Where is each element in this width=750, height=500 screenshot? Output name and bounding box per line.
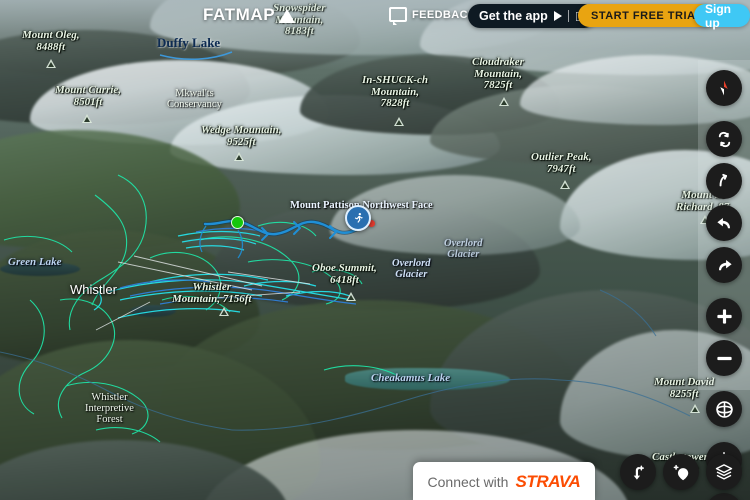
measure-tool-button[interactable] — [620, 454, 656, 490]
fatmap-application: Mount Oleg, 8488ft Snowspider Mountain, … — [0, 0, 750, 500]
map-tools-bar — [620, 454, 742, 490]
plus-icon — [716, 308, 732, 324]
pan-left-button[interactable] — [706, 205, 742, 241]
cheakamus-lake-water — [345, 368, 510, 390]
globe-icon — [715, 400, 733, 418]
sign-up-label: Sign up — [705, 1, 731, 30]
brand-text: FATMAP — [203, 5, 276, 24]
compass-button[interactable] — [706, 70, 742, 106]
zoom-in-button[interactable] — [706, 298, 742, 334]
arrow-curve-right-icon — [718, 259, 732, 270]
start-free-trial-label: START FREE TRIAL — [591, 9, 703, 22]
add-route-icon — [633, 465, 644, 480]
add-marker-icon — [673, 464, 688, 480]
rotate-clockwise-icon — [718, 131, 730, 147]
map-layers-button[interactable] — [706, 454, 742, 490]
app-logo[interactable]: FATMAP — [203, 5, 296, 25]
map-canvas[interactable]: Mount Oleg, 8488ft Snowspider Mountain, … — [0, 0, 750, 500]
route-start-marker[interactable] — [231, 216, 244, 229]
zoom-out-button[interactable] — [706, 340, 742, 376]
connect-with-label: Connect with — [427, 474, 509, 490]
speech-bubble-icon — [389, 7, 407, 25]
arrow-curve-left-icon — [716, 217, 730, 228]
strava-brand-label: STRAVA — [515, 472, 581, 491]
sign-up-button[interactable]: Sign up — [694, 1, 750, 30]
minus-icon — [716, 356, 732, 360]
top-navigation-bar: FATMAP FEEDBACK Get the app  START FREE… — [0, 0, 750, 32]
rotate-counterclockwise-button[interactable] — [706, 163, 742, 199]
alta-lake-water — [130, 305, 176, 317]
compass-needle-icon — [720, 80, 728, 96]
add-waypoint-button[interactable] — [663, 454, 699, 490]
feedback-label: FEEDBACK — [412, 8, 477, 21]
layers-stack-icon — [715, 464, 733, 480]
pan-right-button[interactable] — [706, 247, 742, 283]
mountain-triangle-icon — [279, 9, 296, 23]
globe-view-button[interactable] — [706, 391, 742, 427]
get-app-label: Get the app — [479, 9, 548, 23]
rotate-clockwise-button[interactable] — [706, 121, 742, 157]
view-mode-2d-button[interactable]: 2D — [706, 493, 742, 500]
activity-pin-marker[interactable] — [345, 205, 371, 231]
rotate-counterclockwise-icon — [719, 173, 727, 186]
connect-with-strava-banner[interactable]: Connect with STRAVA — [413, 462, 595, 500]
map-control-rail: 2D — [706, 70, 742, 500]
feedback-button[interactable]: FEEDBACK — [389, 7, 477, 25]
skier-icon — [354, 212, 363, 223]
divider — [567, 10, 569, 22]
get-the-app-button[interactable]: Get the app  — [468, 4, 596, 28]
green-lake-water — [0, 262, 80, 276]
google-play-icon — [553, 11, 562, 21]
